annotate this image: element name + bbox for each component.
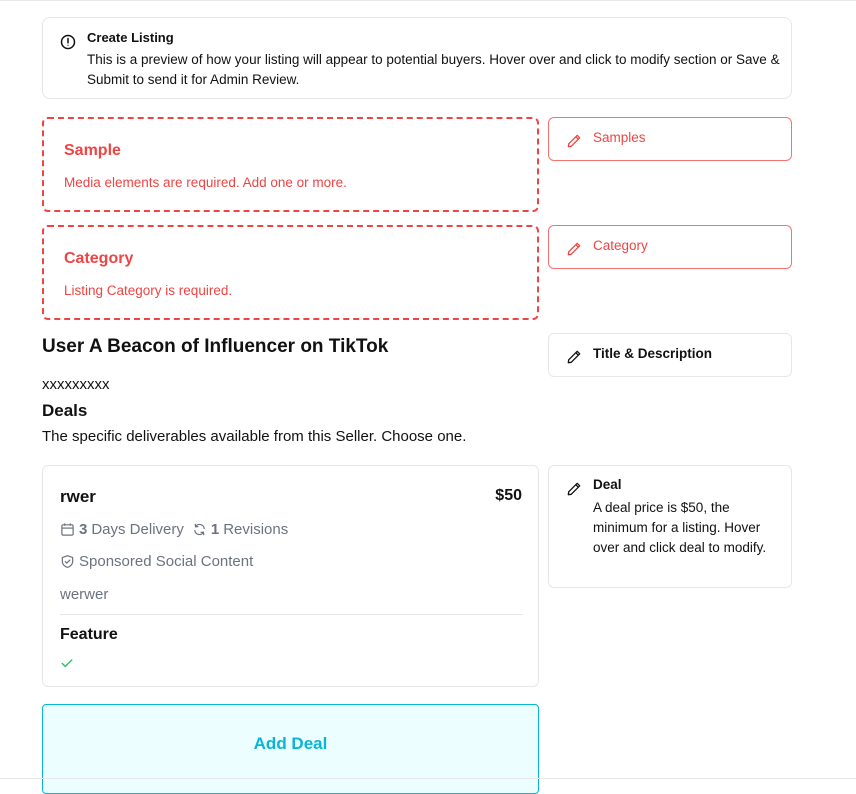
refresh-icon	[194, 523, 205, 536]
deal-card[interactable]: rwer $50 3 Days Delivery 1 Revisions Spo…	[42, 465, 539, 687]
delivery-days: 3	[79, 521, 88, 538]
deal-type-row: Sponsored Social Content	[60, 553, 253, 570]
pencil-icon	[567, 482, 581, 496]
create-listing-banner: Create Listing This is a preview of how …	[42, 17, 792, 99]
deal-label: Deal	[593, 477, 622, 492]
samples-edit-card[interactable]: Samples	[548, 117, 792, 161]
top-divider	[0, 0, 856, 1]
category-section[interactable]: Category Listing Category is required.	[42, 225, 539, 320]
category-error-message: Listing Category is required.	[64, 283, 233, 298]
deal-divider	[60, 614, 523, 615]
category-edit-card[interactable]: Category	[548, 225, 792, 269]
pencil-icon	[567, 242, 581, 256]
deal-description: werwer	[60, 586, 109, 603]
banner-title: Create Listing	[87, 30, 174, 45]
pencil-icon	[567, 134, 581, 148]
feature-label: Feature	[60, 626, 118, 643]
info-circle-icon	[60, 34, 76, 50]
add-deal-button[interactable]: Add Deal	[42, 704, 539, 794]
category-section-title: Category	[64, 250, 134, 267]
shield-check-icon	[61, 555, 74, 569]
samples-label: Samples	[593, 130, 646, 145]
revisions-count: 1	[210, 521, 220, 538]
delivery-label: Days Delivery	[91, 521, 184, 538]
sample-error-message: Media elements are required. Add one or …	[64, 175, 347, 190]
deals-subtitle: The specific deliverables available from…	[42, 428, 467, 445]
revisions-label: Revisions	[223, 521, 289, 538]
title-description-edit-card[interactable]: Title & Description	[548, 333, 792, 377]
title-description-label: Title & Description	[593, 346, 713, 361]
category-label: Category	[593, 238, 648, 253]
listing-description[interactable]: xxxxxxxxx	[42, 376, 110, 393]
deal-type: Sponsored Social Content	[79, 553, 254, 570]
deal-edit-card[interactable]: Deal A deal price is $50, the minimum fo…	[548, 465, 792, 588]
bottom-divider	[0, 778, 856, 779]
deal-name: rwer	[60, 487, 96, 506]
deals-heading: Deals	[42, 401, 88, 420]
pencil-icon	[567, 350, 581, 364]
deal-info-text: A deal price is $50, the minimum for a l…	[593, 500, 767, 555]
sample-section[interactable]: Sample Media elements are required. Add …	[42, 117, 539, 212]
listing-title[interactable]: User A Beacon of Influencer on TikTok	[42, 336, 388, 358]
banner-text: This is a preview of how your listing wi…	[87, 52, 780, 87]
deal-meta-row: 3 Days Delivery 1 Revisions	[60, 521, 288, 538]
check-icon	[61, 659, 73, 668]
sample-section-title: Sample	[64, 142, 121, 159]
deal-price: $50	[495, 487, 522, 504]
calendar-icon	[61, 523, 74, 536]
